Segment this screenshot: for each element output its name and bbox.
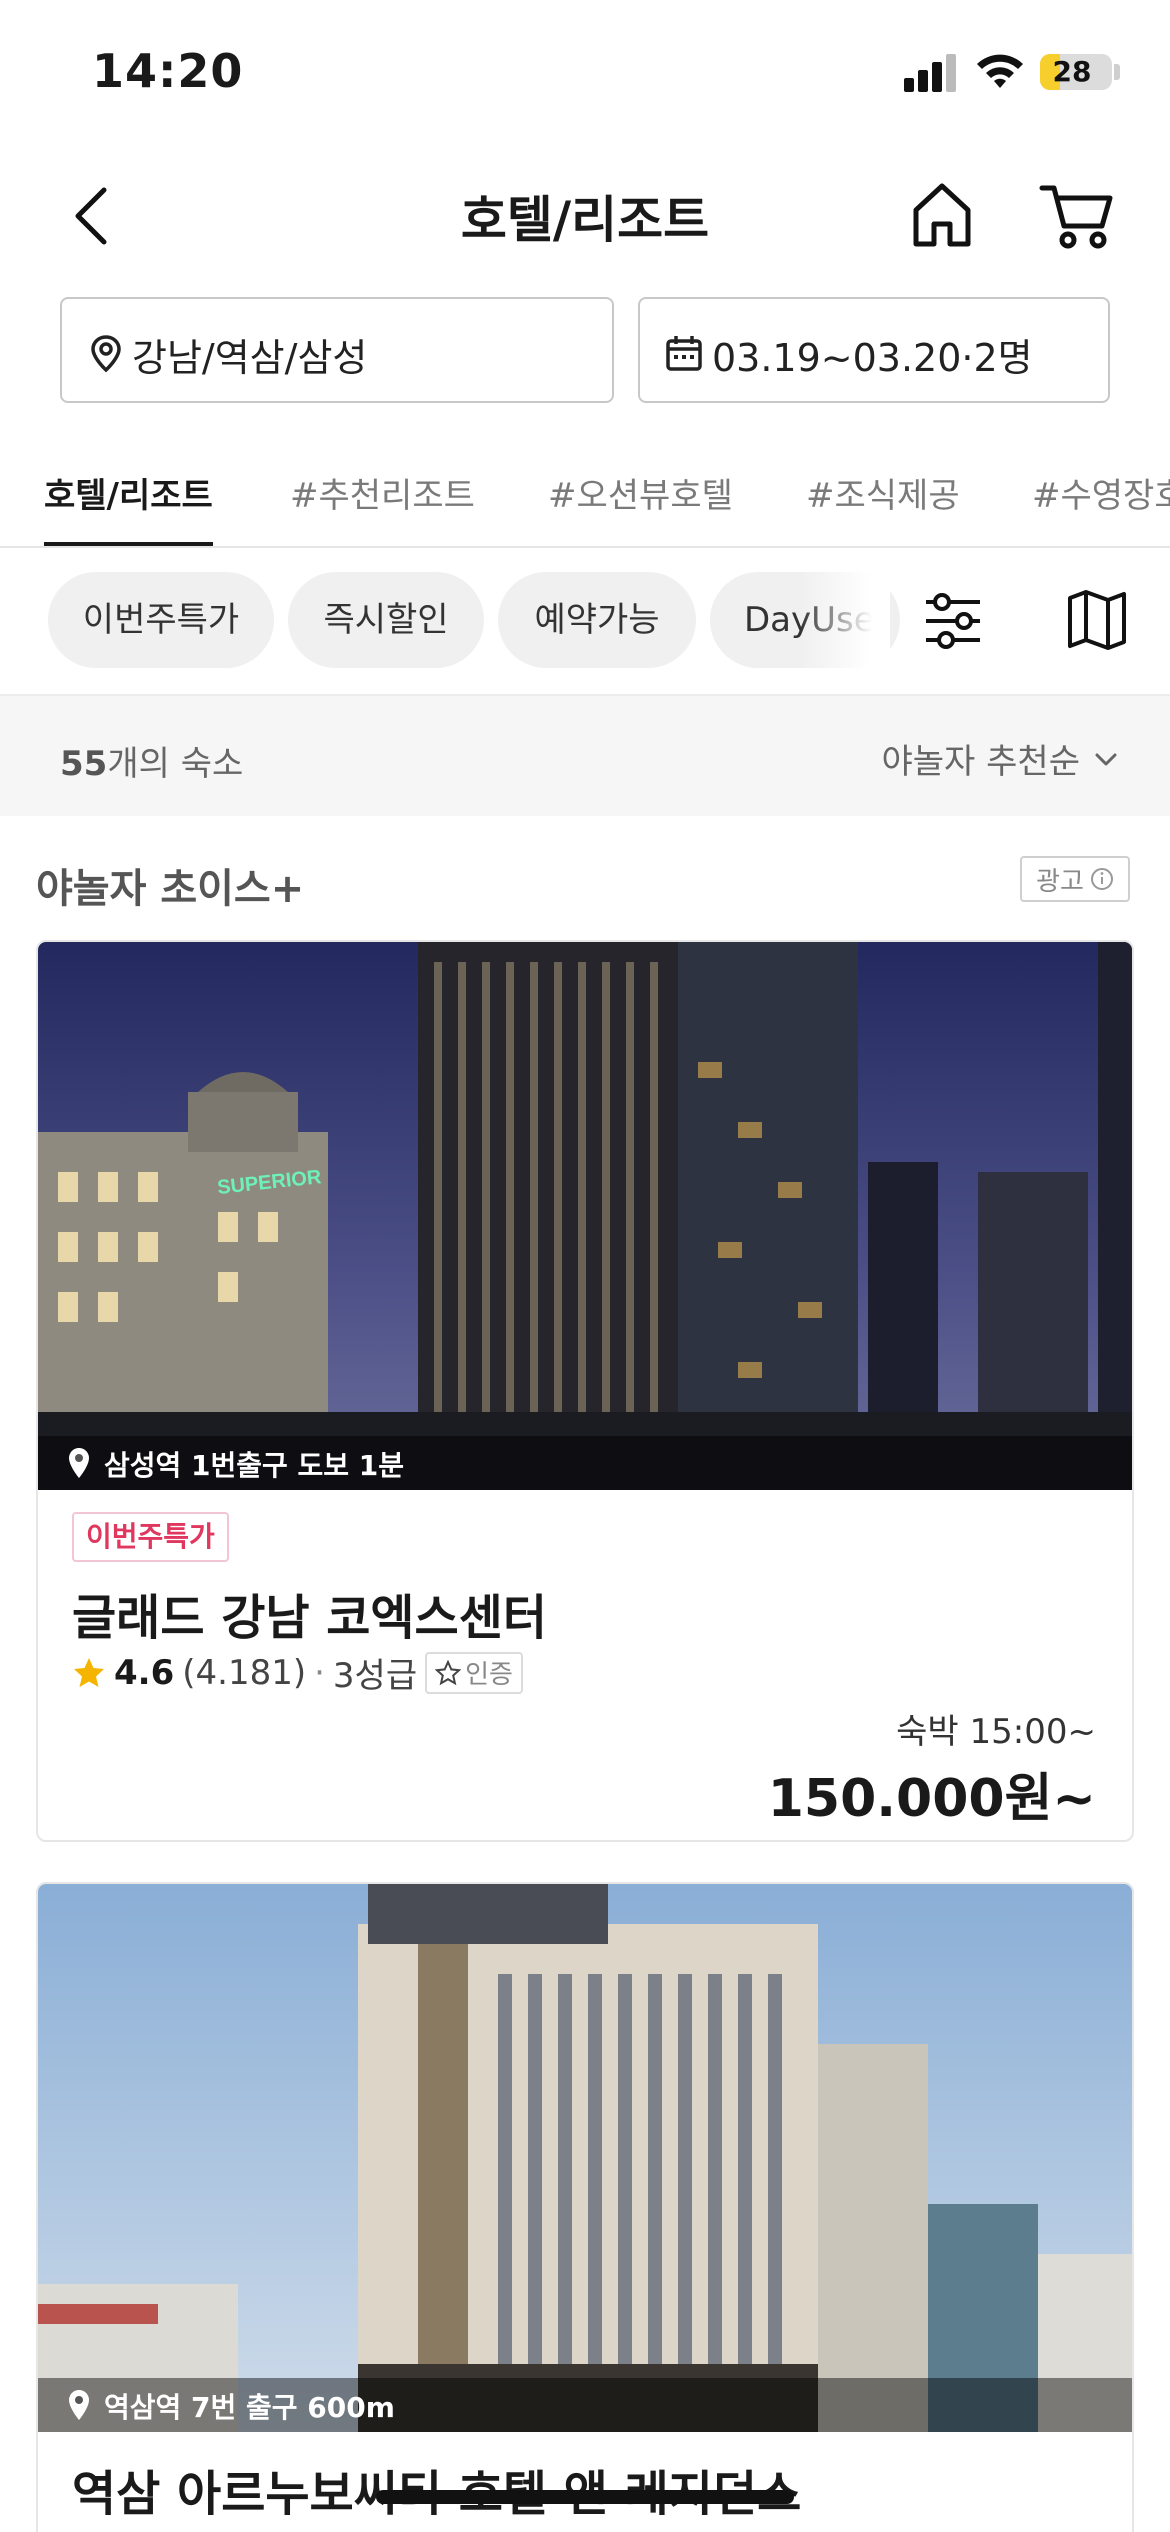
location-pin-icon <box>69 1448 89 1478</box>
hotel-name: 역삼 아르누보씨티 호텔 앤 레지던스 <box>72 2466 801 2522</box>
status-bar: 14:20 28 <box>0 0 1170 150</box>
search-row: 강남/역삼/삼성 03.19~03.20·2명 <box>0 297 1170 405</box>
location-field[interactable]: 강남/역삼/삼성 <box>60 297 614 403</box>
hotel-name: 글래드 강남 코엑스센터 <box>72 1590 548 1646</box>
location-caption-text: 삼성역 1번출구 도보 1분 <box>104 1449 405 1482</box>
hotel-card[interactable]: 역삼역 7번 출구 600m 역삼 아르누보씨티 호텔 앤 레지던스 <box>36 1882 1134 2532</box>
section-title: 야놀자 초이스+ <box>36 866 305 912</box>
chip-available[interactable]: 예약가능 <box>498 572 696 668</box>
chips-fade <box>800 570 890 670</box>
tab-hotel-resort[interactable]: 호텔/리조트 <box>44 468 213 548</box>
hotel-photo[interactable]: 역삼역 7번 출구 600m <box>38 1884 1132 2432</box>
result-count-suffix: 개의 숙소 <box>107 744 244 784</box>
chip-instant-discount[interactable]: 즉시할인 <box>288 572 484 668</box>
calendar-icon <box>666 336 702 371</box>
certified-label: 인증 <box>465 1660 513 1690</box>
sort-label: 야놀자 추천순 <box>881 742 1081 782</box>
location-caption-text: 역삼역 7번 출구 600m <box>104 2391 395 2424</box>
ad-badge[interactable]: 광고 <box>1020 856 1130 902</box>
date-guest-field[interactable]: 03.19~03.20·2명 <box>638 297 1110 403</box>
battery-icon: 28 <box>1040 54 1112 90</box>
photo-location-caption: 삼성역 1번출구 도보 1분 <box>38 1436 1132 1490</box>
info-icon <box>1090 868 1113 890</box>
photo-location-caption: 역삼역 7번 출구 600m <box>38 2378 1132 2432</box>
result-count: 55개의 숙소 <box>60 736 243 785</box>
ad-label: 광고 <box>1036 866 1084 897</box>
page-title: 호텔/리조트 <box>460 191 710 249</box>
result-count-number: 55 <box>60 744 108 784</box>
cellular-signal-icon <box>904 52 956 92</box>
tab-breakfast[interactable]: #조식제공 <box>806 468 960 548</box>
tab-recommended-resort[interactable]: #추천리조트 <box>290 468 475 548</box>
separator-dot: · <box>314 1652 325 1693</box>
tabs-divider <box>0 546 1170 548</box>
checkin-time: 숙박 15:00~ <box>896 1712 1096 1752</box>
date-guest-value: 03.19~03.20·2명 <box>712 336 1033 380</box>
battery-level: 28 <box>1052 55 1092 88</box>
rating-row: 4.6 (4.181) · 3성급 인증 <box>72 1648 523 1697</box>
chevron-down-icon <box>1095 753 1117 765</box>
cart-icon[interactable] <box>1036 174 1116 254</box>
weekly-deal-badge: 이번주특가 <box>72 1512 229 1562</box>
certified-badge: 인증 <box>425 1651 523 1694</box>
rating-score: 4.6 <box>114 1652 175 1693</box>
hotel-photo[interactable]: SUPERIOR 삼성역 1번출구 도보 1분 <box>38 942 1132 1490</box>
result-count-bar: 55개의 숙소 야놀자 추천순 <box>0 694 1170 816</box>
sort-dropdown[interactable]: 야놀자 추천순 <box>882 734 1121 783</box>
app-header: 호텔/리조트 <box>0 160 1170 270</box>
battery-cap <box>1114 64 1120 80</box>
chip-weekly-deal[interactable]: 이번주특가 <box>48 572 274 668</box>
hotel-card[interactable]: SUPERIOR 삼성역 1번출구 도보 1분 이번주특가 글래드 강남 코엑스… <box>36 940 1134 1842</box>
hotel-grade: 3성급 <box>332 1656 418 1696</box>
review-count: (4.181) <box>182 1652 307 1693</box>
home-icon[interactable] <box>906 174 978 254</box>
price: 150.000원~ <box>767 1769 1096 1829</box>
wifi-icon <box>977 54 1023 88</box>
location-pin-icon <box>91 335 121 373</box>
location-pin-icon <box>69 2390 89 2420</box>
status-time: 14:20 <box>92 44 244 98</box>
category-tabs: 호텔/리조트 #추천리조트 #오션뷰호텔 #조식제공 #수영장호텔 <box>0 468 1170 548</box>
filter-sliders-icon[interactable] <box>920 588 986 654</box>
location-value: 강남/역삼/삼성 <box>132 336 368 380</box>
filter-chips: 이번주특가 즉시할인 예약가능 DayUse <box>0 570 1170 670</box>
map-icon[interactable] <box>1064 586 1130 652</box>
tab-ocean-view[interactable]: #오션뷰호텔 <box>548 468 733 548</box>
home-indicator[interactable] <box>376 2490 794 2504</box>
tab-pool-hotel[interactable]: #수영장호텔 <box>1032 468 1170 548</box>
star-icon <box>74 1657 104 1687</box>
star-outline-icon <box>435 1659 462 1685</box>
